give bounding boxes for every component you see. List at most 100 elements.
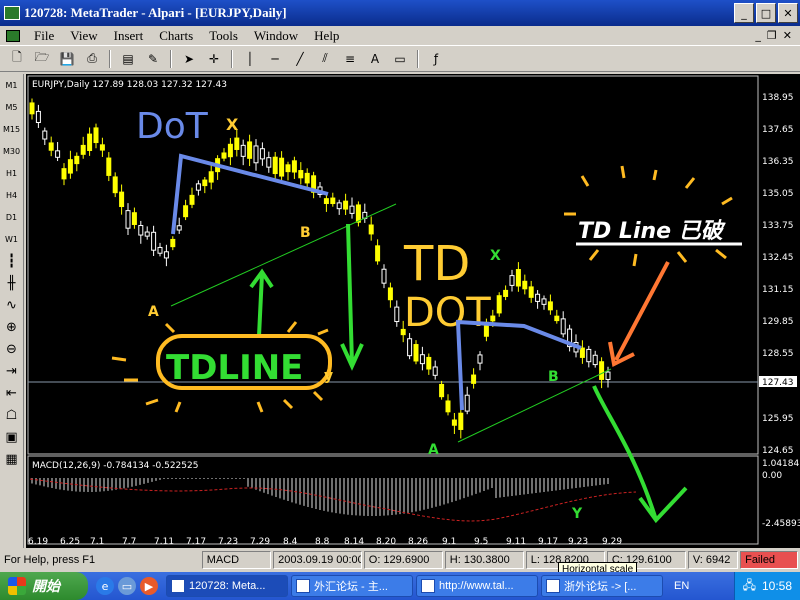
toolbar-separator bbox=[109, 49, 111, 68]
candle-body bbox=[471, 374, 477, 384]
minimize-button[interactable]: _ bbox=[734, 3, 754, 23]
annotation-a-2: A bbox=[428, 442, 439, 458]
candle-body bbox=[490, 315, 496, 322]
price-chart[interactable]: EURJPY,Daily 127.89 128.03 127.32 127.43… bbox=[26, 74, 800, 548]
task-metatrader[interactable]: 120728: Meta... bbox=[166, 575, 288, 597]
metatrader-icon bbox=[4, 6, 20, 20]
menu-charts[interactable]: Charts bbox=[151, 28, 201, 44]
crosshair-icon[interactable]: ✛ bbox=[203, 49, 225, 69]
candle-body bbox=[74, 155, 80, 165]
timeframe-m1-button[interactable]: M1 bbox=[1, 74, 23, 96]
navigator-icon[interactable]: ☖ bbox=[1, 404, 23, 426]
toolbar-separator bbox=[231, 49, 233, 68]
menu-file[interactable]: File bbox=[26, 28, 62, 44]
toolbar: 🗋 🗁 💾 ⎙ ▤ ✎ ➤ ✛ │ ─ ╱ ⫽ ≡ A ▭ ƒ bbox=[0, 46, 800, 72]
date-tick: 8.20 bbox=[376, 537, 396, 547]
mdi-minimize-button[interactable]: _ bbox=[755, 29, 761, 42]
candle-body bbox=[387, 287, 393, 301]
timeframe-w1-button[interactable]: W1 bbox=[1, 228, 23, 250]
save-icon[interactable]: 💾 bbox=[56, 49, 78, 69]
taskbar: 開始 e ▭ ▶ 120728: Meta... 外汇论坛 - 主... htt… bbox=[0, 572, 800, 600]
menu-tools[interactable]: Tools bbox=[201, 28, 246, 44]
terminal-icon[interactable]: ▣ bbox=[1, 426, 23, 448]
internet-explorer-icon[interactable]: e bbox=[96, 577, 114, 595]
expert-icon[interactable]: ✎ bbox=[142, 49, 164, 69]
candle-body bbox=[157, 246, 163, 254]
candle-body bbox=[227, 143, 233, 158]
price-tick: 136.35 bbox=[762, 157, 794, 167]
text-icon[interactable]: A bbox=[364, 49, 386, 69]
date-tick: 7.17 bbox=[186, 537, 206, 547]
vertical-line-icon[interactable]: │ bbox=[239, 49, 261, 69]
task-forum-2[interactable]: 浙外论坛 -> [... bbox=[541, 575, 663, 597]
print-icon[interactable]: ⎙ bbox=[81, 49, 103, 69]
browser-task-icon bbox=[421, 579, 435, 593]
date-tick: 9.29 bbox=[602, 537, 622, 547]
mdi-restore-button[interactable]: ❐ bbox=[767, 29, 777, 42]
line-chart-icon[interactable]: ∿ bbox=[1, 294, 23, 316]
date-tick: 8.26 bbox=[408, 537, 428, 547]
timeframe-m5-button[interactable]: M5 bbox=[1, 96, 23, 118]
timeframe-m15-button[interactable]: M15 bbox=[1, 118, 23, 140]
show-desktop-icon[interactable]: ▭ bbox=[118, 577, 136, 595]
price-tick: 137.65 bbox=[762, 125, 794, 135]
channel-icon[interactable]: ⫽ bbox=[314, 49, 336, 69]
timeframe-h4-button[interactable]: H4 bbox=[1, 184, 23, 206]
zoom-in-icon[interactable]: ⊕ bbox=[1, 316, 23, 338]
annotation-x-1: X bbox=[226, 115, 239, 134]
autoscroll-icon[interactable]: ⇥ bbox=[1, 360, 23, 382]
new-icon[interactable]: 🗋 bbox=[6, 49, 28, 69]
candle-body bbox=[336, 202, 342, 210]
date-tick: 8.8 bbox=[315, 537, 330, 547]
task-label: http://www.tal... bbox=[439, 580, 514, 592]
zoom-out-icon[interactable]: ⊖ bbox=[1, 338, 23, 360]
mdi-close-button[interactable]: ✕ bbox=[783, 29, 792, 42]
menu-window[interactable]: Window bbox=[246, 28, 306, 44]
open-icon[interactable]: 🗁 bbox=[31, 49, 53, 69]
media-player-icon[interactable]: ▶ bbox=[140, 577, 158, 595]
candles-icon[interactable]: ┇ bbox=[1, 250, 23, 272]
candle-body bbox=[163, 251, 169, 259]
properties-icon[interactable]: ▤ bbox=[117, 49, 139, 69]
indicators-icon[interactable]: ƒ bbox=[425, 49, 447, 69]
bars-icon[interactable]: ╫ bbox=[1, 272, 23, 294]
annotation-b-2: B bbox=[548, 369, 559, 385]
task-forum-1[interactable]: 外汇论坛 - 主... bbox=[291, 575, 413, 597]
label-icon[interactable]: ▭ bbox=[389, 49, 411, 69]
cursor-icon[interactable]: ➤ bbox=[178, 49, 200, 69]
fibonacci-icon[interactable]: ≡ bbox=[339, 49, 361, 69]
timeframe-d1-button[interactable]: D1 bbox=[1, 206, 23, 228]
date-tick: 7.1 bbox=[90, 537, 104, 547]
task-browser[interactable]: http://www.tal... bbox=[416, 575, 538, 597]
candle-body bbox=[176, 225, 182, 231]
chart-shift-icon[interactable]: ⇤ bbox=[1, 382, 23, 404]
timeframe-h1-button[interactable]: H1 bbox=[1, 162, 23, 184]
candle-body bbox=[304, 172, 310, 184]
candle-body bbox=[330, 197, 336, 205]
candle-body bbox=[407, 338, 413, 357]
horizontal-line-icon[interactable]: ─ bbox=[264, 49, 286, 69]
maximize-button[interactable]: □ bbox=[756, 3, 776, 23]
start-button[interactable]: 開始 bbox=[0, 572, 88, 600]
menu-insert[interactable]: Insert bbox=[106, 28, 152, 44]
menu-view[interactable]: View bbox=[62, 28, 105, 44]
language-indicator[interactable]: EN bbox=[674, 580, 704, 592]
annotation-td-line-broken: TD Line 已破 bbox=[578, 219, 727, 244]
menu-help[interactable]: Help bbox=[306, 28, 347, 44]
candle-body bbox=[195, 183, 201, 191]
annotation-dot-1: DoT bbox=[136, 106, 209, 147]
tester-icon[interactable]: ▦ bbox=[1, 448, 23, 470]
candle-body bbox=[592, 354, 598, 366]
trendline-icon[interactable]: ╱ bbox=[289, 49, 311, 69]
menu-bar: File View Insert Charts Tools Window Hel… bbox=[0, 26, 800, 46]
status-indicator: MACD bbox=[201, 551, 272, 569]
candle-body bbox=[509, 275, 515, 286]
tray-network-icon[interactable]: 🖧 bbox=[743, 576, 756, 597]
timeframe-m30-button[interactable]: M30 bbox=[1, 140, 23, 162]
close-button[interactable]: ✕ bbox=[778, 3, 798, 23]
candle-body bbox=[253, 145, 259, 164]
candle-body bbox=[138, 225, 144, 236]
chart-window[interactable]: EURJPY,Daily 127.89 128.03 127.32 127.43… bbox=[26, 74, 800, 548]
candle-body bbox=[240, 144, 246, 157]
candle-body bbox=[464, 394, 470, 412]
